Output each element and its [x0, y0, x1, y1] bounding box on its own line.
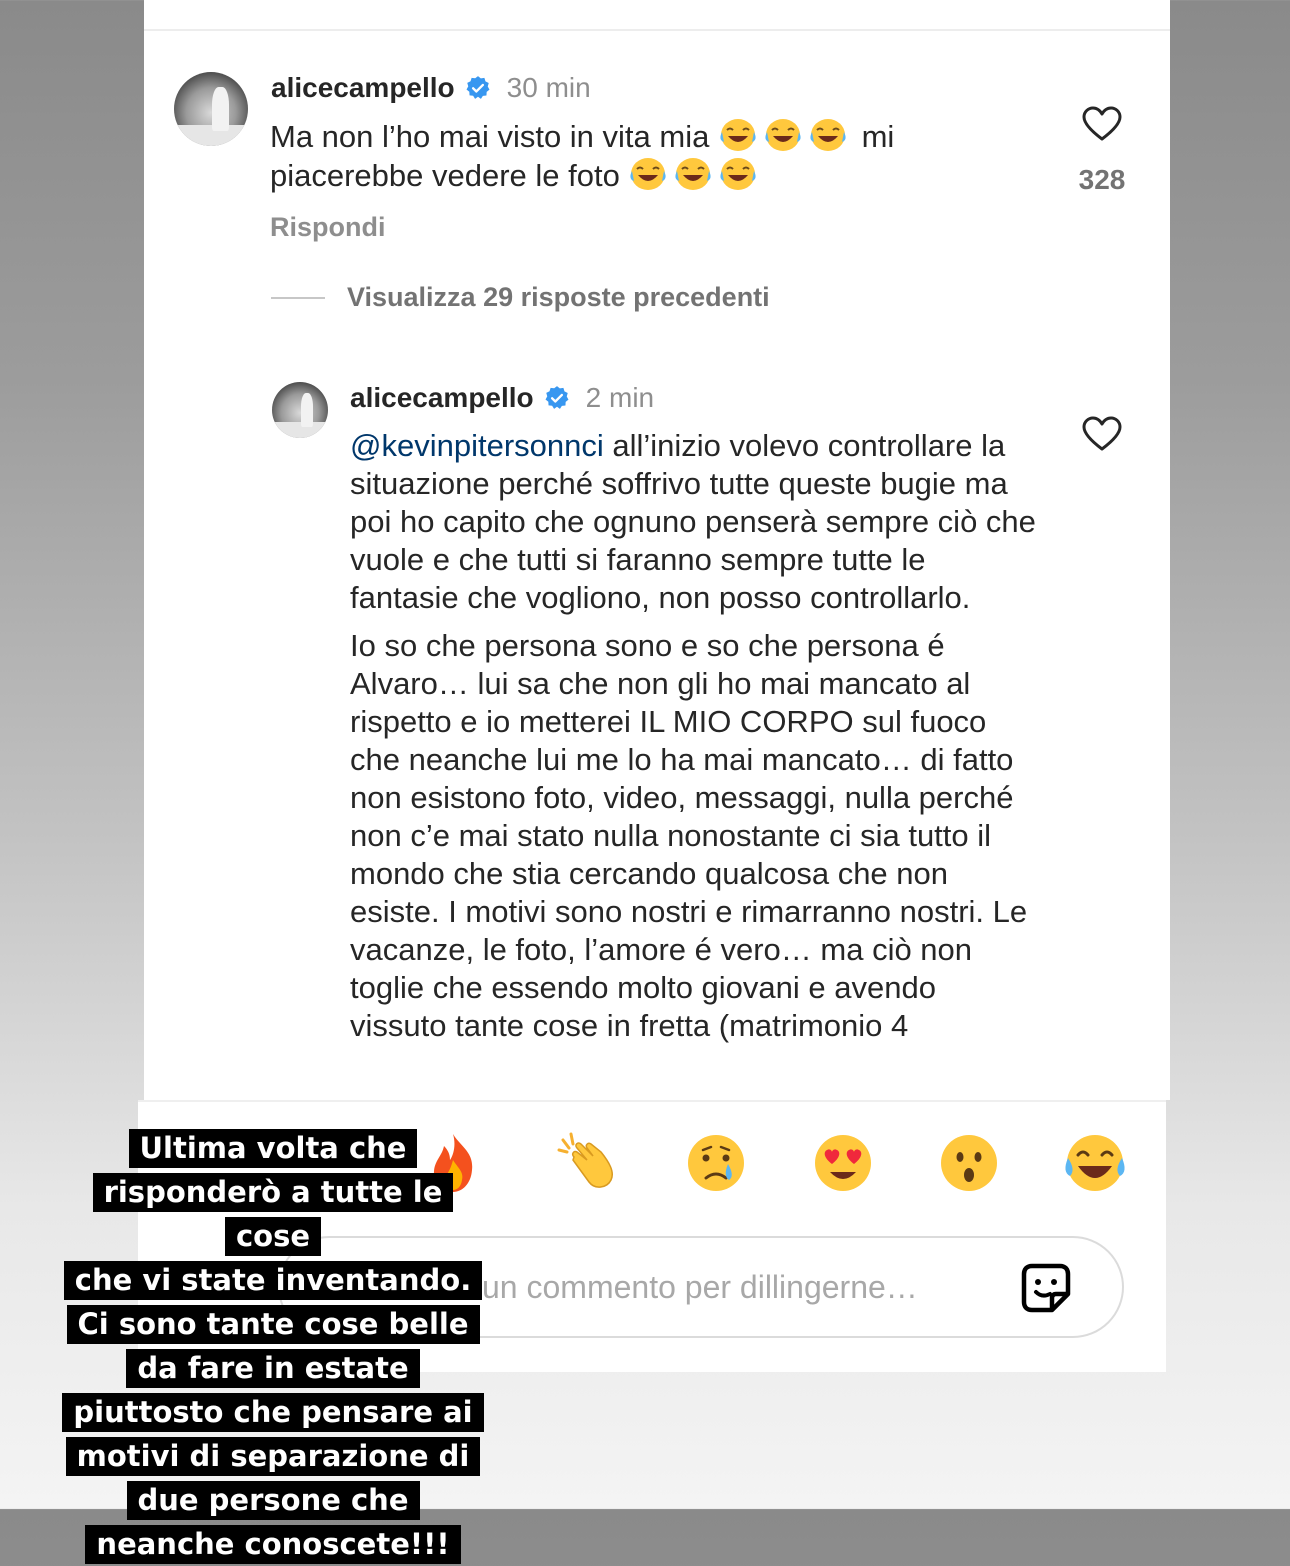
- caption-line: Ultima volta che: [128, 1129, 418, 1168]
- verified-badge-icon: [466, 76, 490, 99]
- comment-input[interactable]: [480, 1267, 1024, 1307]
- laughing-emoji-icon: [810, 119, 846, 151]
- caption-line: da fare in estate: [126, 1349, 420, 1388]
- heart-icon[interactable]: [1082, 416, 1122, 452]
- avatar-figure: [301, 393, 314, 427]
- comment-timestamp: 30 min: [506, 72, 591, 103]
- avatar-background: [174, 125, 248, 146]
- reply-header: alicecampello 2 min: [350, 382, 654, 414]
- story-caption: Ultima volta che risponderò a tutte le co…: [58, 1126, 488, 1566]
- caption-line: motivi di separazione di: [65, 1437, 481, 1476]
- like-count: 328: [1078, 164, 1126, 195]
- avatar[interactable]: [174, 72, 248, 146]
- divider: [144, 29, 1170, 31]
- astonished-face-emoji-icon[interactable]: [936, 1130, 1002, 1196]
- laughing-emoji-icon: [720, 119, 756, 151]
- laughing-emoji-icon[interactable]: [1062, 1130, 1128, 1196]
- reply-paragraph: @kevinpitersonnci all’inizio volevo cont…: [350, 427, 1040, 617]
- reply-paragraph: Io so che persona sono e so che persona …: [350, 628, 1028, 1043]
- divider-line: [271, 296, 325, 299]
- caption-line: che vi state inventando.: [63, 1261, 483, 1300]
- reply-timestamp: 2 min: [585, 382, 655, 413]
- laughing-emoji-icon: [765, 119, 801, 151]
- view-replies-label: Visualizza 29 risposte precedenti: [347, 282, 770, 312]
- caption-line: piuttosto che pensare ai: [62, 1393, 484, 1432]
- instagram-comments-screenshot: alicecampello 30 min Ma non l’ho mai vis…: [144, 0, 1170, 1100]
- laughing-emoji-icon: [630, 158, 667, 190]
- clapping-hands-emoji-icon[interactable]: [555, 1130, 621, 1196]
- laughing-emoji-icon: [720, 158, 757, 190]
- view-previous-replies-button[interactable]: Visualizza 29 risposte precedenti: [271, 282, 770, 313]
- crying-face-emoji-icon[interactable]: [683, 1130, 749, 1196]
- reply-username[interactable]: alicecampello: [350, 382, 534, 414]
- divider: [138, 1100, 1166, 1102]
- reply-avatar[interactable]: [272, 382, 328, 438]
- reply-button[interactable]: Rispondi: [270, 212, 386, 243]
- caption-line: neanche conoscete!!!: [85, 1525, 461, 1564]
- heart-eyes-emoji-icon[interactable]: [810, 1130, 876, 1196]
- verified-badge-icon: [545, 386, 569, 409]
- heart-icon[interactable]: [1082, 106, 1122, 142]
- comment-header: alicecampello 30 min: [271, 72, 591, 104]
- caption-line: Ci sono tante cose belle: [66, 1305, 480, 1344]
- avatar-figure: [212, 86, 229, 132]
- caption-line: risponderò a tutte le cose: [92, 1173, 454, 1256]
- reply-text: @kevinpitersonnci all’inizio volevo cont…: [350, 427, 1040, 1055]
- comment-text-start: Ma non l’ho mai visto in vita mia: [270, 119, 710, 154]
- comment-username[interactable]: alicecampello: [271, 72, 455, 104]
- mention-link[interactable]: @kevinpitersonnci: [350, 428, 604, 463]
- caption-line: due persone che: [126, 1481, 420, 1520]
- avatar-background: [272, 422, 328, 438]
- sticker-icon[interactable]: [1018, 1260, 1074, 1316]
- comment-text: Ma non l’ho mai visto in vita mia mi pia…: [270, 117, 990, 195]
- laughing-emoji-icon: [675, 158, 712, 190]
